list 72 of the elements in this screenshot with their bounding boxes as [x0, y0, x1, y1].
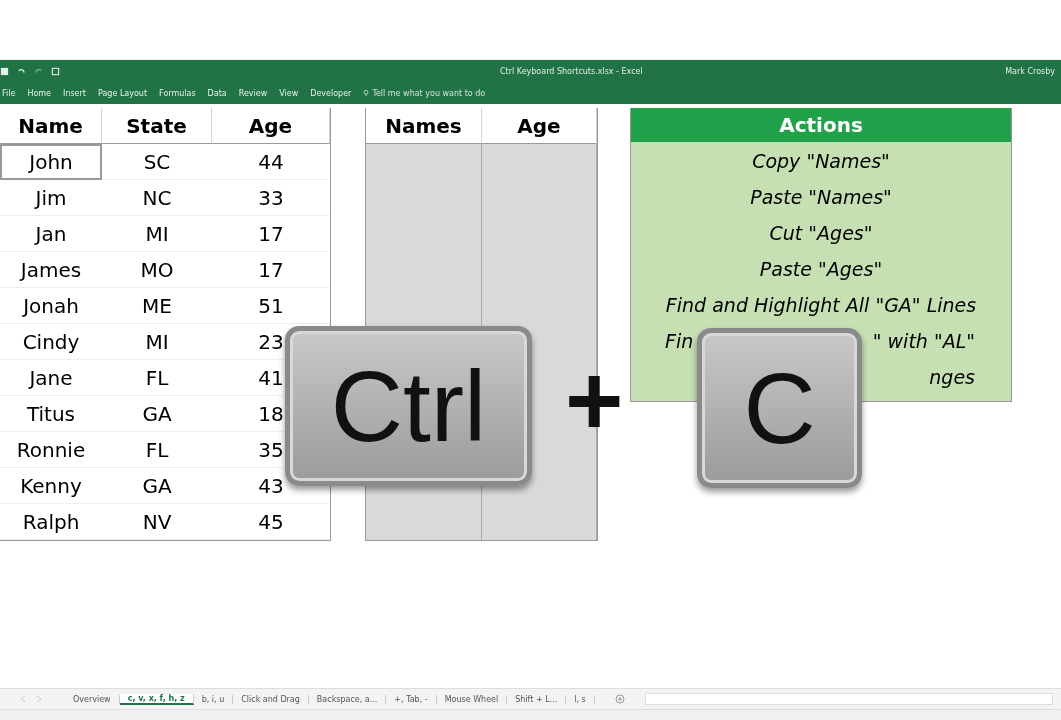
save-icon[interactable]	[0, 66, 9, 76]
table-cell: James	[0, 252, 102, 288]
table-cell: Jim	[0, 180, 102, 216]
action-text: Cut "Ages"	[769, 222, 873, 244]
horizontal-scrollbar[interactable]	[644, 693, 1053, 705]
actions-header: Actions	[631, 108, 1011, 142]
ribbon-tab[interactable]: File	[2, 88, 16, 98]
window-title: Ctrl Keyboard Shortcuts.xlsx - Excel	[500, 66, 644, 76]
ribbon-tab[interactable]: View	[279, 88, 299, 98]
ctrl-key: Ctrl	[285, 326, 532, 486]
table-cell: FL	[102, 432, 212, 468]
add-sheet-icon[interactable]	[614, 694, 625, 704]
action-text: Paste "Ages"	[759, 258, 883, 280]
sheet-tab[interactable]: b, i, u	[193, 694, 234, 704]
lightbulb-icon	[363, 89, 370, 97]
table-cell: 44	[212, 144, 330, 180]
action-text: Copy "Names"	[752, 150, 890, 172]
sheet-tab[interactable]: Mouse Wheel	[436, 694, 508, 704]
table-cell: FL	[102, 360, 212, 396]
ribbon-tab[interactable]: Review	[238, 88, 268, 98]
ribbon-tab[interactable]: Data	[207, 88, 227, 98]
ribbon-tab[interactable]: Insert	[63, 88, 86, 98]
sheet-tab[interactable]: +, Tab, -	[386, 694, 437, 704]
table-cell: 51	[212, 288, 330, 324]
sheet-tab[interactable]: c, v, x, f, h, z	[119, 693, 194, 705]
action-text: Fin	[665, 330, 694, 352]
column-header: Names	[366, 108, 482, 144]
table-cell: GA	[102, 468, 212, 504]
table-cell: Jane	[0, 360, 102, 396]
table-cell: 33	[212, 180, 330, 216]
table-cell: ME	[102, 288, 212, 324]
table-cell: Titus	[0, 396, 102, 432]
column-header: Age	[482, 108, 597, 144]
ribbon-tab[interactable]: Page Layout	[97, 88, 148, 98]
table-cell: Ralph	[0, 504, 102, 540]
column-header: Name	[0, 108, 102, 144]
action-text: " with "AL"	[872, 330, 975, 352]
undo-icon[interactable]	[17, 66, 26, 76]
table-cell: 17	[212, 252, 330, 288]
table-cell: Kenny	[0, 468, 102, 504]
sheet-tab[interactable]: Overview	[65, 694, 120, 704]
ribbon-tab[interactable]: Developer	[310, 88, 352, 98]
table-cell: 45	[212, 504, 330, 540]
action-text: Find and Highlight All "GA" Lines	[665, 294, 977, 316]
table-cell: NV	[102, 504, 212, 540]
table-cell: SC	[102, 144, 212, 180]
table-cell: Cindy	[0, 324, 102, 360]
table-cell: NC	[102, 180, 212, 216]
sheet-tab[interactable]: Shift + L...	[507, 694, 567, 704]
c-key: C	[697, 328, 862, 488]
table-cell: MI	[102, 216, 212, 252]
table-cell: Jan	[0, 216, 102, 252]
sheet-tab[interactable]: l, s	[566, 694, 595, 704]
table-cell: MO	[102, 252, 212, 288]
action-text: Paste "Names"	[750, 186, 892, 208]
column-header: Age	[212, 108, 330, 144]
sheet-tab[interactable]: Click and Drag	[233, 694, 309, 704]
column-header: State	[102, 108, 212, 144]
user-name: Mark Crosby	[1005, 66, 1055, 76]
table-cell: 17	[212, 216, 330, 252]
table-cell: Jonah	[0, 288, 102, 324]
window-icon[interactable]	[51, 66, 60, 76]
table-cell: GA	[102, 396, 212, 432]
tell-me-field[interactable]: Tell me what you want to do	[363, 88, 486, 98]
table-cell: John	[0, 144, 102, 180]
ribbon-tab[interactable]: Formulas	[159, 88, 196, 98]
sheet-tab[interactable]: Backspace, a...	[308, 694, 387, 704]
table-cell: MI	[102, 324, 212, 360]
plus-sign: +	[565, 350, 624, 450]
action-text: nges	[929, 366, 975, 388]
table-cell: Ronnie	[0, 432, 102, 468]
ribbon-tab[interactable]: Home	[27, 88, 51, 98]
